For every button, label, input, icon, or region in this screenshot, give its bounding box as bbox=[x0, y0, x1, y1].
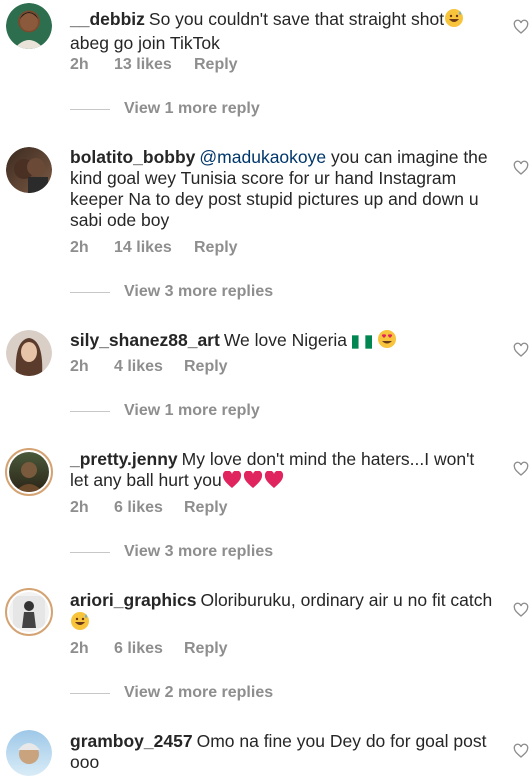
comment-username[interactable]: sily_shanez88_art bbox=[70, 330, 220, 350]
mention-link[interactable]: @madukaokoye bbox=[199, 147, 326, 167]
comment-body-line3: keeper Na to dey post stupid pictures up… bbox=[70, 189, 479, 209]
reply-button[interactable]: Reply bbox=[184, 358, 228, 376]
avatar-image-icon bbox=[13, 596, 45, 628]
comment-likes-link[interactable]: 14 likes bbox=[114, 239, 194, 257]
comment-time: 2h bbox=[70, 239, 89, 256]
comment-likes-link[interactable]: 4 likes bbox=[114, 358, 184, 376]
comment-body-line4: sabi ode boy bbox=[70, 210, 170, 230]
comment-text: __debbiz So you couldn't save that straig… bbox=[70, 8, 500, 54]
comment-body: My love don't mind the haters...I won't bbox=[181, 449, 475, 469]
avatar-image-icon bbox=[15, 462, 43, 492]
comment-body-line2: let any ball hurt you bbox=[70, 470, 222, 490]
like-heart-icon[interactable] bbox=[513, 602, 529, 618]
view-replies-button[interactable]: View 3 more replies bbox=[70, 543, 273, 561]
comment-body: We love Nigeria bbox=[223, 330, 348, 350]
like-heart-icon[interactable] bbox=[513, 743, 529, 759]
comment-body-line2: abeg go join TikTok bbox=[70, 33, 220, 53]
comment-username[interactable]: _pretty.jenny bbox=[70, 449, 178, 469]
avatar[interactable] bbox=[5, 448, 53, 496]
comment-likes-link[interactable]: 13 likes bbox=[114, 56, 194, 74]
avatar-image-icon bbox=[15, 338, 43, 376]
heart-eyes-emoji-icon bbox=[377, 329, 397, 354]
divider-line bbox=[70, 692, 110, 694]
comment-meta: 2h 13 likes Reply bbox=[70, 56, 238, 74]
comment-text: gramboy_2457 Omo na fine you Dey do for g… bbox=[70, 731, 500, 773]
divider-line bbox=[70, 410, 110, 412]
comment-username[interactable]: __debbiz bbox=[70, 9, 145, 29]
reply-button[interactable]: Reply bbox=[184, 640, 228, 658]
view-replies-button[interactable]: View 2 more replies bbox=[70, 684, 273, 702]
comment-time: 2h bbox=[70, 640, 89, 657]
view-replies-label: View 1 more reply bbox=[124, 100, 260, 117]
view-replies-button[interactable]: View 3 more replies bbox=[70, 283, 273, 301]
red-hearts-emoji-icon bbox=[222, 470, 284, 494]
avatar[interactable] bbox=[6, 730, 52, 776]
view-replies-label: View 3 more replies bbox=[124, 543, 274, 560]
comment-likes-link[interactable]: 6 likes bbox=[114, 640, 184, 658]
comment-time: 2h bbox=[70, 56, 89, 73]
comment-likes-link[interactable]: 6 likes bbox=[114, 499, 184, 517]
like-heart-icon[interactable] bbox=[513, 19, 529, 35]
avatar[interactable] bbox=[6, 147, 52, 193]
comment-body-line2: kind goal wey Tunisia score for ur hand … bbox=[70, 168, 457, 188]
comment-username[interactable]: gramboy_2457 bbox=[70, 731, 193, 751]
divider-line bbox=[70, 551, 110, 553]
comment-body: Omo na fine you Dey do for goal post bbox=[196, 731, 487, 751]
like-heart-icon[interactable] bbox=[513, 160, 529, 176]
grinning-sweat-emoji-icon bbox=[70, 611, 90, 636]
comment-text: ariori_graphics Oloriburuku, ordinary air… bbox=[70, 590, 500, 636]
comment-body: So you couldn't save that straight shot bbox=[148, 9, 445, 29]
comment-time: 2h bbox=[70, 499, 89, 516]
comment-text: _pretty.jenny My love don't mind the hate… bbox=[70, 449, 500, 494]
view-replies-label: View 3 more replies bbox=[124, 283, 274, 300]
grinning-sweat-emoji-icon bbox=[444, 8, 464, 33]
nigeria-flag-icon bbox=[351, 333, 372, 354]
avatar[interactable] bbox=[5, 588, 53, 636]
reply-button[interactable]: Reply bbox=[194, 239, 238, 257]
view-replies-button[interactable]: View 1 more reply bbox=[70, 402, 260, 420]
view-replies-label: View 2 more replies bbox=[124, 684, 274, 701]
comment-meta: 2h 14 likes Reply bbox=[70, 239, 238, 257]
comment-body-line2: ooo bbox=[70, 752, 100, 772]
like-heart-icon[interactable] bbox=[513, 461, 529, 477]
comment-body: Oloriburuku, ordinary air u no fit catch bbox=[200, 590, 493, 610]
comment-meta: 2h 6 likes Reply bbox=[70, 499, 228, 517]
comment-body: you can imagine the bbox=[331, 147, 488, 167]
comment-text: sily_shanez88_art We love Nigeria bbox=[70, 329, 500, 354]
view-replies-label: View 1 more reply bbox=[124, 402, 260, 419]
reply-button[interactable]: Reply bbox=[194, 56, 238, 74]
reply-button[interactable]: Reply bbox=[184, 499, 228, 517]
avatar[interactable] bbox=[6, 330, 52, 376]
avatar-image-icon bbox=[14, 158, 48, 193]
avatar-image-icon bbox=[18, 743, 40, 764]
view-replies-button[interactable]: View 1 more reply bbox=[70, 100, 260, 118]
avatar[interactable] bbox=[6, 3, 52, 49]
comment-meta: 2h 6 likes Reply bbox=[70, 640, 228, 658]
comment-meta: 2h 4 likes Reply bbox=[70, 358, 228, 376]
comment-text: bolatito_bobby @madukaokoye you can imagi… bbox=[70, 147, 500, 231]
divider-line bbox=[70, 291, 110, 293]
comment-username[interactable]: bolatito_bobby bbox=[70, 147, 195, 167]
like-heart-icon[interactable] bbox=[513, 342, 529, 358]
avatar-image-icon bbox=[14, 12, 44, 49]
divider-line bbox=[70, 108, 110, 110]
comment-username[interactable]: ariori_graphics bbox=[70, 590, 196, 610]
comment-time: 2h bbox=[70, 358, 89, 375]
